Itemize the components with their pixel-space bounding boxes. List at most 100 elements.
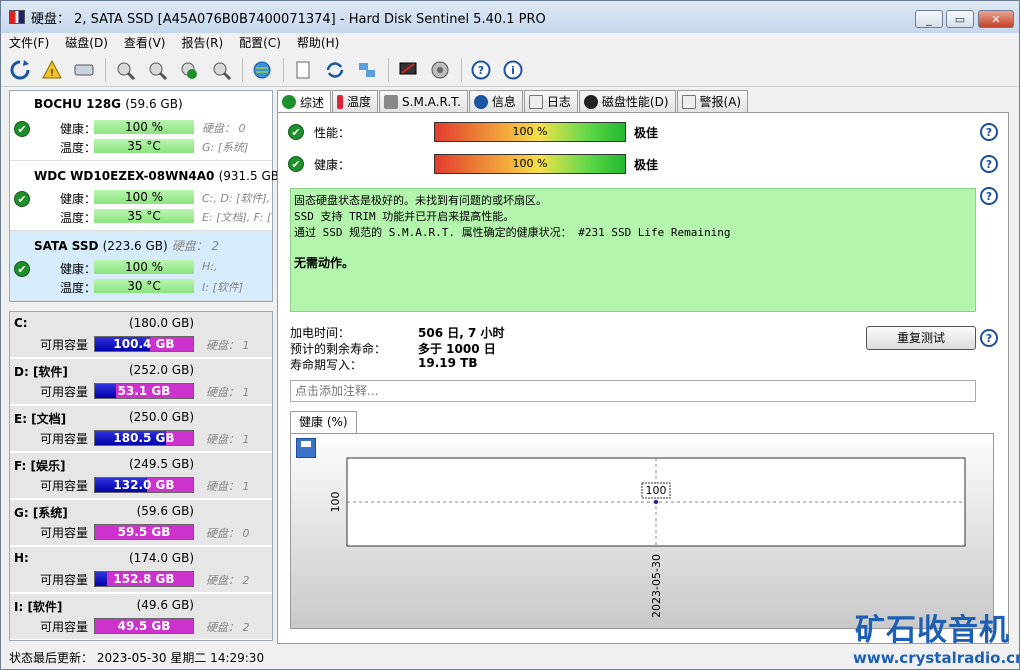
globe-icon[interactable] <box>249 57 275 83</box>
menu-config[interactable]: 配置(C) <box>231 33 289 53</box>
volume-card[interactable]: E: [文档] (250.0 GB) 可用容量 180.5 GB 硬盘： 1 <box>10 406 272 453</box>
status-line: SSD 支持 TRIM 功能并已开启来提高性能。 <box>294 210 515 223</box>
y-tick-label: 100 <box>329 492 342 513</box>
disk-volumes: C:, D: [软件], <box>202 192 271 205</box>
performance-label: 性能： <box>314 125 351 140</box>
tab-smart[interactable]: S.M.A.R.T. <box>379 90 468 112</box>
document-icon[interactable] <box>290 57 316 83</box>
health-chart: 100 100 2023-05-30 <box>290 433 994 629</box>
watermark-text: 矿石收音机 <box>855 613 1010 648</box>
log-icon <box>528 94 543 109</box>
tab-health-chart[interactable]: 健康 (%) <box>290 411 357 433</box>
save-icon[interactable] <box>296 438 316 458</box>
volume-size: (252.0 GB) <box>128 363 194 377</box>
disk-volumes: E: [文档], F: [娱 <box>202 211 272 224</box>
status-text: 状态最后更新： 2023-05-30 星期二 14:29:30 <box>9 650 265 665</box>
free-space-label: 可用容量 <box>40 620 89 634</box>
network-icon[interactable] <box>354 57 380 83</box>
warning-icon[interactable]: ! <box>39 57 65 83</box>
volume-disk: 硬盘： 1 <box>206 433 250 446</box>
tab-alerts[interactable]: 警报(A) <box>676 90 749 112</box>
health-label: 健康： <box>314 157 351 172</box>
action-text: 无需动作。 <box>294 256 355 270</box>
disk-volumes: H:, <box>202 260 218 273</box>
disk-card-2[interactable]: SATA SSD (223.6 GB) 硬盘： 2 ✔ 健康： 100 % H:,… <box>10 231 272 301</box>
free-space-bar: 53.1 GB <box>94 383 194 399</box>
volume-card[interactable]: F: [娱乐] (249.5 GB) 可用容量 132.0 GB 硬盘： 1 <box>10 453 272 500</box>
volume-card[interactable]: C: (180.0 GB) 可用容量 100.4 GB 硬盘： 1 <box>10 312 272 359</box>
free-space-label: 可用容量 <box>40 479 89 493</box>
maximize-button[interactable]: ▭ <box>946 10 974 28</box>
free-space-bar: 100.4 GB <box>94 336 194 352</box>
disk-number: 硬盘： 0 <box>202 122 246 135</box>
volume-size: (180.0 GB) <box>128 316 194 330</box>
performance-row: ✔ 性能： 100 % 极佳 <box>288 121 1000 143</box>
help-icon[interactable]: ? <box>468 57 494 83</box>
short-test-icon[interactable] <box>144 57 170 83</box>
free-space-bar: 59.5 GB <box>94 524 194 540</box>
disk-card-1[interactable]: WDC WD10EZEX-08WN4A0 (931.5 GB)硬盘 ✔ 健康： … <box>10 161 312 231</box>
menu-disk[interactable]: 磁盘(D) <box>57 33 116 53</box>
health-bar: 100 % <box>94 190 194 204</box>
minimize-button[interactable]: _ <box>915 10 943 28</box>
disk-card-0[interactable]: BOCHU 128G (59.6 GB) ✔ 健康： 100 % 硬盘： 0 温… <box>10 91 272 161</box>
tab-disk-performance[interactable]: 磁盘性能(D) <box>578 90 676 112</box>
health-rating: 极佳 <box>634 157 659 172</box>
temp-label: 温度： <box>60 211 97 225</box>
status-line: 固态硬盘状态是极好的。未找到有问题的或坏扇区。 <box>294 194 547 207</box>
temp-label: 温度： <box>60 141 97 155</box>
app-window: 硬盘： 2, SATA SSD [A45A076B0B7400071374] -… <box>0 0 1020 670</box>
volume-disk: 硬盘： 1 <box>206 339 250 352</box>
menu-report[interactable]: 报告(R) <box>173 33 231 53</box>
help-icon[interactable]: ? <box>980 187 998 205</box>
temp-label: 温度： <box>60 281 97 295</box>
thermometer-icon <box>337 94 344 109</box>
help-icon[interactable]: ? <box>980 123 998 141</box>
ok-check-icon: ✔ <box>288 124 304 140</box>
free-space-label: 可用容量 <box>40 432 89 446</box>
speaker-icon[interactable] <box>427 57 453 83</box>
refresh-icon[interactable] <box>7 57 33 83</box>
volume-card[interactable]: G: [系统] (59.6 GB) 可用容量 59.5 GB 硬盘： 0 <box>10 500 272 547</box>
menu-file[interactable]: 文件(F) <box>1 33 57 53</box>
volume-card[interactable]: D: [软件] (252.0 GB) 可用容量 53.1 GB 硬盘： 1 <box>10 359 272 406</box>
toolbar-separator <box>388 57 389 82</box>
tab-info[interactable]: 信息 <box>468 90 523 112</box>
info-icon[interactable]: i <box>500 57 526 83</box>
tab-overview[interactable]: 综述 <box>277 90 332 113</box>
health-bar: 100 % <box>434 154 626 174</box>
ok-check-icon: ✔ <box>14 121 30 137</box>
note-input[interactable] <box>290 380 976 402</box>
smart-test-icon[interactable] <box>112 57 138 83</box>
info-icon <box>473 94 488 109</box>
surface-test-icon[interactable] <box>208 57 234 83</box>
menu-help[interactable]: 帮助(H) <box>289 33 347 53</box>
volume-disk: 硬盘： 2 <box>206 621 250 634</box>
volume-card[interactable]: H: (174.0 GB) 可用容量 152.8 GB 硬盘： 2 <box>10 547 272 594</box>
disk-volumes: G: [系统] <box>202 141 249 154</box>
close-button[interactable]: ✕ <box>978 10 1014 28</box>
sync-icon[interactable] <box>322 57 348 83</box>
disk-icon[interactable] <box>71 57 97 83</box>
performance-rating: 极佳 <box>634 125 659 140</box>
x-tick-label: 2023-05-30 <box>650 554 663 618</box>
volume-disk: 硬盘： 1 <box>206 386 250 399</box>
volume-name: D: [软件] <box>14 365 68 379</box>
tab-temperature[interactable]: 温度 <box>332 90 379 112</box>
help-icon[interactable]: ? <box>980 329 998 347</box>
help-icon[interactable]: ? <box>980 155 998 173</box>
free-space-bar: 152.8 GB <box>94 571 194 587</box>
ok-check-icon: ✔ <box>14 261 30 277</box>
alert-icon <box>681 94 696 109</box>
ok-check-icon: ✔ <box>288 156 304 172</box>
status-description: 固态硬盘状态是极好的。未找到有问题的或坏扇区。 SSD 支持 TRIM 功能并已… <box>290 188 976 312</box>
volume-size: (49.6 GB) <box>136 598 194 612</box>
tab-log[interactable]: 日志 <box>523 90 578 112</box>
volume-card[interactable]: I: [软件] (49.6 GB) 可用容量 49.5 GB 硬盘： 2 <box>10 594 272 640</box>
health-label: 健康： <box>60 122 97 136</box>
menu-view[interactable]: 查看(V) <box>116 33 174 53</box>
monitor-icon[interactable] <box>395 57 421 83</box>
retest-button[interactable]: 重复测试 <box>866 326 976 350</box>
check-test-icon[interactable] <box>176 57 202 83</box>
volume-disk: 硬盘： 2 <box>206 574 250 587</box>
